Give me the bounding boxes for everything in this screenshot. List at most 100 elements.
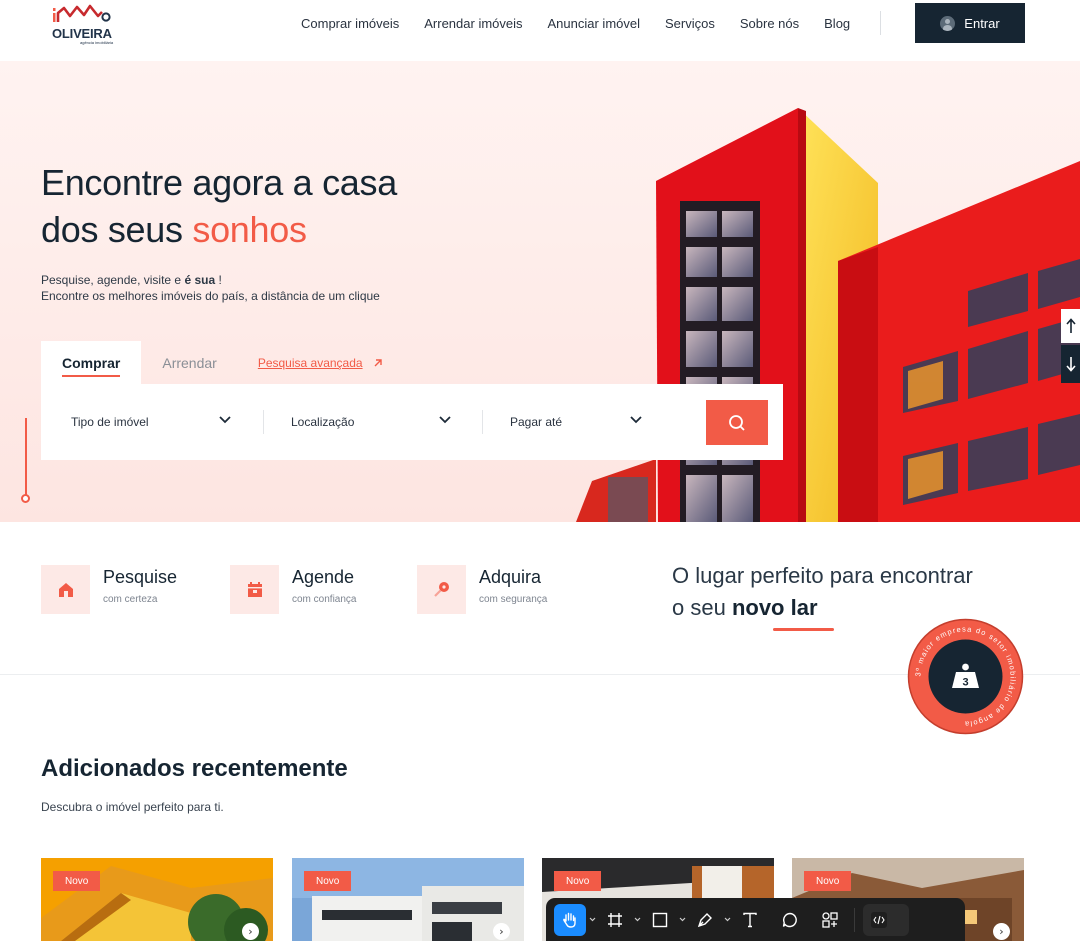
ranking-badge: 3º maior empresa do setor imobiliário de… [907, 618, 1024, 735]
slide-arrows [1061, 309, 1080, 383]
rectangle-icon [652, 912, 668, 927]
feature-title: Pesquise [103, 567, 178, 587]
property-type-select[interactable]: Tipo de imóvel [71, 384, 261, 460]
arrow-up-right-icon [374, 359, 382, 367]
hero-sub-prefix: Pesquise, agende, visite e [41, 273, 185, 287]
tagline-line2-prefix: o seu [672, 595, 732, 620]
tagline-line2-bold: novo lar [731, 595, 818, 620]
text-tool-button[interactable] [734, 904, 766, 936]
slide-down-button[interactable] [1061, 345, 1080, 383]
login-label: Entrar [964, 15, 1000, 31]
nav-blog[interactable]: Blog [824, 15, 850, 33]
hero-title-accent: sonhos [192, 209, 307, 250]
code-icon [871, 911, 887, 928]
new-badge: Novo [804, 871, 852, 891]
login-button[interactable]: Entrar [915, 3, 1025, 43]
next-image-button[interactable]: › [993, 923, 1010, 940]
hero-subtitle: Pesquise, agende, visite e é sua ! Encon… [41, 272, 380, 304]
feature-subtitle: com segurança [479, 594, 548, 605]
new-badge: Novo [53, 871, 101, 891]
brand-logo[interactable]: OLIVEIRA agência imobiliária [50, 2, 120, 46]
next-image-button[interactable]: › [242, 923, 259, 940]
location-label: Localização [291, 415, 355, 429]
nav-comprar[interactable]: Comprar imóveis [301, 15, 399, 33]
site-header: OLIVEIRA agência imobiliária Comprar imó… [0, 0, 1080, 60]
house-icon [41, 565, 90, 614]
feature-subtitle: com certeza [103, 594, 158, 605]
field-divider [263, 410, 264, 434]
chevron-down-icon[interactable] [676, 904, 689, 936]
price-select[interactable]: Pagar até [510, 384, 680, 460]
chevron-down-icon[interactable] [586, 904, 599, 936]
text-icon [743, 912, 757, 927]
components-icon [822, 911, 838, 928]
search-icon [729, 414, 745, 431]
location-select[interactable]: Localização [291, 384, 481, 460]
search-button[interactable] [706, 400, 768, 445]
toolbar-divider [854, 907, 855, 932]
feature-adquira: Adquira com segurança [417, 565, 547, 614]
arrow-down-icon [1065, 357, 1076, 372]
tagline-line1: O lugar perfeito para encontrar [672, 563, 973, 588]
calendar-icon [230, 565, 279, 614]
hero-title-line1: Encontre agora a casa [41, 162, 397, 203]
slide-up-button[interactable] [1061, 309, 1080, 343]
hero-section: Encontre agora a casa dos seus sonhos Pe… [0, 61, 1080, 522]
recent-section-title: Adicionados recentemente [41, 755, 348, 782]
price-label: Pagar até [510, 415, 563, 429]
nav-divider [880, 11, 881, 35]
feature-agende: Agende com confiança [230, 565, 356, 614]
field-divider [482, 410, 483, 434]
comment-tool-button[interactable] [774, 904, 806, 936]
scroll-indicator-line [25, 418, 27, 498]
design-toolbar [546, 898, 965, 941]
tagline-text: O lugar perfeito para encontrar o seu no… [672, 560, 973, 624]
next-image-button[interactable]: › [493, 923, 510, 940]
search-tabs: Comprar Arrendar Pesquisa avançada [41, 341, 383, 385]
chevron-down-icon[interactable] [721, 904, 734, 936]
hero-sub-bold: é sua [184, 273, 216, 287]
nav-arrendar[interactable]: Arrendar imóveis [424, 15, 522, 33]
pen-tool-button[interactable] [689, 904, 721, 936]
tab-comprar[interactable]: Comprar [41, 341, 142, 385]
feature-title: Adquira [479, 567, 542, 587]
dev-mode-toggle[interactable] [863, 903, 909, 936]
chevron-down-icon [219, 416, 231, 424]
property-card[interactable]: Novo › [41, 858, 273, 941]
new-badge: Novo [304, 871, 352, 891]
components-tool-button[interactable] [814, 904, 846, 936]
chevron-down-icon[interactable] [631, 904, 644, 936]
nav-sobre[interactable]: Sobre nós [740, 15, 799, 33]
property-card[interactable]: Novo › [292, 858, 524, 941]
frame-tool-button[interactable] [599, 904, 631, 936]
recent-section-subtitle: Descubra o imóvel perfeito para ti. [41, 800, 224, 814]
advanced-search-label: Pesquisa avançada [257, 356, 363, 370]
comment-icon [782, 912, 797, 927]
tagline-underline [773, 628, 834, 631]
hand-icon [563, 912, 576, 928]
hand-tool-button[interactable] [554, 903, 586, 936]
search-form: Tipo de imóvel Localização Pagar até [41, 384, 783, 460]
badge-number: 3 [962, 677, 968, 689]
scroll-indicator-dot [21, 494, 30, 503]
hero-title-line2: dos seus [41, 209, 193, 250]
chevron-down-icon [630, 416, 642, 424]
hero-title: Encontre agora a casa dos seus sonhos [41, 159, 397, 253]
frame-icon [608, 912, 622, 927]
arrow-up-icon [1065, 318, 1076, 333]
main-nav: Comprar imóveis Arrendar imóveis Anuncia… [301, 15, 875, 33]
hero-sub-line2: Encontre os melhores imóveis do país, a … [41, 289, 380, 303]
property-type-label: Tipo de imóvel [71, 415, 149, 429]
nav-anunciar[interactable]: Anunciar imóvel [548, 15, 641, 33]
key-icon [417, 565, 466, 614]
tab-arrendar[interactable]: Arrendar [141, 341, 237, 385]
chevron-down-icon [439, 416, 451, 424]
hero-sub-suffix: ! [215, 273, 222, 287]
brand-tagline: agência imobiliária [80, 40, 114, 45]
shape-tool-button[interactable] [644, 904, 676, 936]
feature-subtitle: com confiança [292, 594, 357, 605]
advanced-search-link[interactable]: Pesquisa avançada [258, 356, 383, 370]
feature-pesquise: Pesquise com certeza [41, 565, 177, 614]
nav-servicos[interactable]: Serviços [665, 15, 715, 33]
logo-roof-icon [53, 4, 111, 22]
